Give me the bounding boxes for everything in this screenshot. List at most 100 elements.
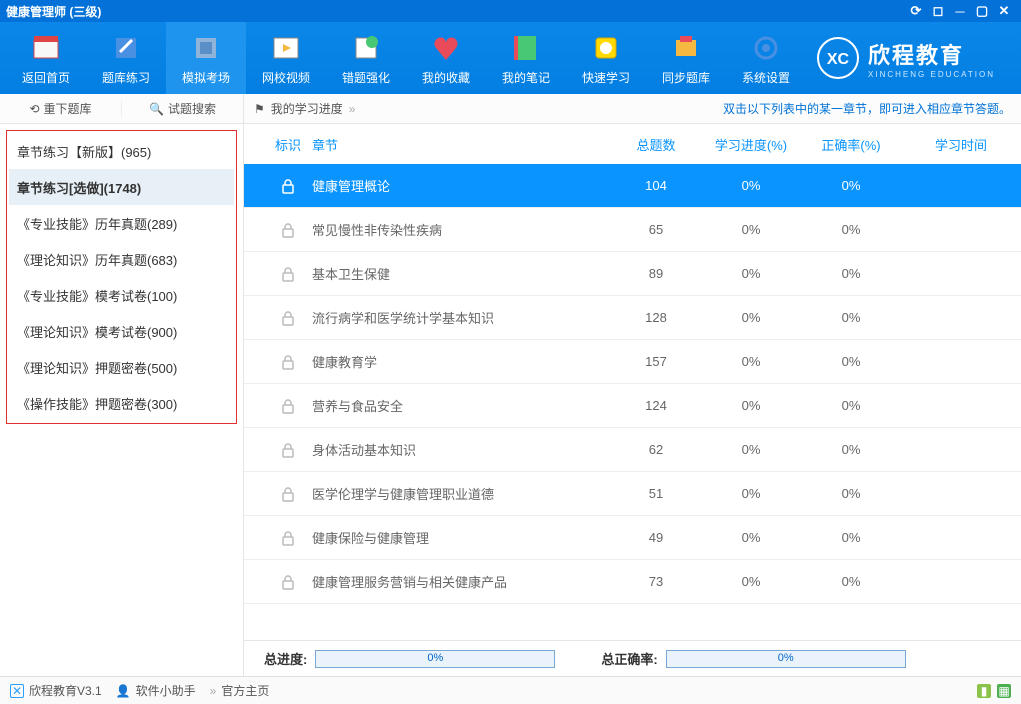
chapter-name: 健康保险与健康管理 <box>312 528 611 547</box>
restore-button[interactable]: ⟳ <box>905 2 927 20</box>
chapter-accuracy: 0% <box>801 574 901 589</box>
chapter-accuracy: 0% <box>801 178 901 193</box>
lock-icon <box>264 309 312 327</box>
chapter-row[interactable]: 营养与食品安全1240%0% <box>244 384 1021 428</box>
chapter-accuracy: 0% <box>801 310 901 325</box>
search-icon: 🔍 <box>149 102 164 116</box>
total-progress-label: 总进度: <box>264 649 307 668</box>
chapter-total: 49 <box>611 530 701 545</box>
toolbar-notes[interactable]: 我的笔记 <box>486 22 566 94</box>
minimize-button[interactable]: ─ <box>949 2 971 20</box>
search-questions-button[interactable]: 🔍 试题搜索 <box>122 100 243 117</box>
lock-icon <box>264 573 312 591</box>
chapter-accuracy: 0% <box>801 486 901 501</box>
sidebar-item-2[interactable]: 《专业技能》历年真题(289) <box>9 205 234 241</box>
toolbar-exam[interactable]: 模拟考场 <box>166 22 246 94</box>
toolbar-fav[interactable]: 我的收藏 <box>406 22 486 94</box>
chapter-name: 流行病学和医学统计学基本知识 <box>312 308 611 327</box>
col-chapter: 章节 <box>312 135 611 154</box>
chapter-row[interactable]: 身体活动基本知识620%0% <box>244 428 1021 472</box>
chapter-total: 62 <box>611 442 701 457</box>
sidebar: ⟲ 重下题库 🔍 试题搜索 章节练习【新版】(965)章节练习[选做](1748… <box>0 94 244 676</box>
sidebar-item-1[interactable]: 章节练习[选做](1748) <box>9 169 234 205</box>
chapter-accuracy: 0% <box>801 354 901 369</box>
chapter-progress: 0% <box>701 222 801 237</box>
helper-text: 软件小助手 <box>136 682 196 699</box>
total-accuracy-label: 总正确率: <box>601 649 657 668</box>
chapter-name: 健康教育学 <box>312 352 611 371</box>
calendar-icon[interactable]: ▦ <box>997 684 1011 698</box>
toolbar-practice[interactable]: 题库练习 <box>86 22 166 94</box>
chapter-row[interactable]: 流行病学和医学统计学基本知识1280%0% <box>244 296 1021 340</box>
maximize-button[interactable]: ▢ <box>971 2 993 20</box>
chapter-progress: 0% <box>701 398 801 413</box>
chapter-row[interactable]: 健康保险与健康管理490%0% <box>244 516 1021 560</box>
brand-icon: XC <box>816 36 860 80</box>
main-toolbar: 返回首页题库练习模拟考场网校视频错题强化我的收藏我的笔记 快速学习同步题库系统设置… <box>0 22 1021 94</box>
total-progress-bar: 0% <box>315 650 555 668</box>
app-icon: ✕ <box>10 684 24 698</box>
sidebar-actions: ⟲ 重下题库 🔍 试题搜索 <box>0 94 243 124</box>
brand-cn: 欣程教育 <box>868 38 995 70</box>
chapter-total: 128 <box>611 310 701 325</box>
col-total: 总题数 <box>611 135 701 154</box>
sidebar-item-6[interactable]: 《理论知识》押题密卷(500) <box>9 349 234 385</box>
brand-en: XINCHENG EDUCATION <box>868 70 995 79</box>
summary-bar: 总进度: 0% 总正确率: 0% <box>244 640 1021 676</box>
chapter-row[interactable]: 健康教育学1570%0% <box>244 340 1021 384</box>
lock-icon <box>264 353 312 371</box>
helper-link[interactable]: 👤 软件小助手 <box>116 682 196 699</box>
stats-icon[interactable]: ▮ <box>977 684 991 698</box>
pin-button[interactable]: ◻ <box>927 2 949 20</box>
toolbar-settings[interactable]: 系统设置 <box>726 22 806 94</box>
toolbar-home[interactable]: 返回首页 <box>6 22 86 94</box>
chevron-right-icon: » <box>349 102 356 116</box>
chapter-progress: 0% <box>701 530 801 545</box>
close-button[interactable]: ✕ <box>993 2 1015 20</box>
version-text: 欣程教育V3.1 <box>29 682 102 699</box>
toolbar-video[interactable]: 网校视频 <box>246 22 326 94</box>
video-icon <box>269 31 303 65</box>
chapter-accuracy: 0% <box>801 530 901 545</box>
total-progress-value: 0% <box>316 652 554 664</box>
chapter-row[interactable]: 常见慢性非传染性疾病650%0% <box>244 208 1021 252</box>
sidebar-item-4[interactable]: 《专业技能》模考试卷(100) <box>9 277 234 313</box>
chapter-name: 健康管理概论 <box>312 176 611 195</box>
chapter-row[interactable]: 医学伦理学与健康管理职业道德510%0% <box>244 472 1021 516</box>
toolbar-fast[interactable]: 快速学习 <box>566 22 646 94</box>
flag-icon: ⚑ <box>254 102 265 116</box>
chapter-accuracy: 0% <box>801 222 901 237</box>
wrong-icon <box>349 31 383 65</box>
study-progress-link[interactable]: 我的学习进度 <box>271 100 343 117</box>
chapter-total: 157 <box>611 354 701 369</box>
lock-icon <box>264 529 312 547</box>
refresh-icon: ⟲ <box>29 102 39 116</box>
practice-icon <box>109 31 143 65</box>
toolbar-sync[interactable]: 同步题库 <box>646 22 726 94</box>
lock-icon <box>264 485 312 503</box>
sync-icon <box>669 31 703 65</box>
chapter-progress: 0% <box>701 178 801 193</box>
toolbar-label: 快速学习 <box>582 69 630 86</box>
chapter-row[interactable]: 健康管理服务营销与相关健康产品730%0% <box>244 560 1021 604</box>
fav-icon <box>429 31 463 65</box>
sidebar-item-5[interactable]: 《理论知识》模考试卷(900) <box>9 313 234 349</box>
chapter-row[interactable]: 基本卫生保健890%0% <box>244 252 1021 296</box>
toolbar-label: 错题强化 <box>342 69 390 86</box>
chapter-total: 73 <box>611 574 701 589</box>
sidebar-item-0[interactable]: 章节练习【新版】(965) <box>9 133 234 169</box>
subheader: ⚑ 我的学习进度 » 双击以下列表中的某一章节，即可进入相应章节答题。 <box>244 94 1021 124</box>
chapter-total: 89 <box>611 266 701 281</box>
chapter-accuracy: 0% <box>801 266 901 281</box>
sidebar-item-7[interactable]: 《操作技能》押题密卷(300) <box>9 385 234 421</box>
redownload-button[interactable]: ⟲ 重下题库 <box>0 100 122 117</box>
toolbar-wrong[interactable]: 错题强化 <box>326 22 406 94</box>
chapter-name: 营养与食品安全 <box>312 396 611 415</box>
chapter-row[interactable]: 健康管理概论1040%0% <box>244 164 1021 208</box>
sidebar-item-3[interactable]: 《理论知识》历年真题(683) <box>9 241 234 277</box>
official-link[interactable]: » 官方主页 <box>210 682 270 699</box>
toolbar-label: 我的笔记 <box>502 69 550 86</box>
titlebar: 健康管理师 (三级) ⟳ ◻ ─ ▢ ✕ <box>0 0 1021 22</box>
chapter-progress: 0% <box>701 310 801 325</box>
version-link[interactable]: ✕ 欣程教育V3.1 <box>10 682 102 699</box>
